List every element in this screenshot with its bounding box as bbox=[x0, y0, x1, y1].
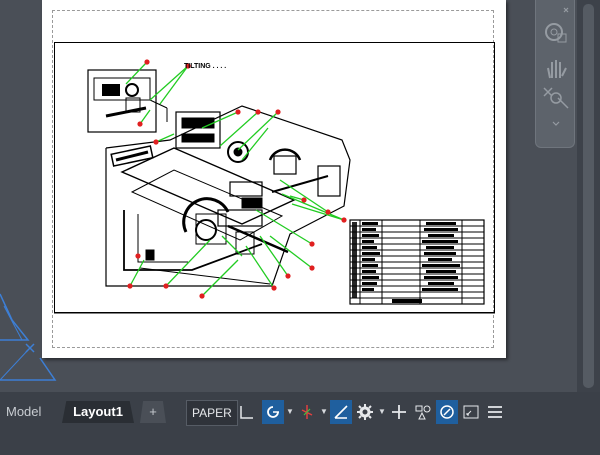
grid-icon[interactable] bbox=[236, 400, 258, 424]
fullscreen-icon[interactable] bbox=[460, 400, 482, 424]
tab-layout1[interactable]: Layout1 bbox=[62, 401, 134, 423]
snap-dropdown-arrow[interactable]: ▼ bbox=[285, 400, 295, 424]
assembly-drawing: TILTING . . . . bbox=[54, 59, 495, 314]
vertical-scrollbar[interactable] bbox=[577, 0, 600, 392]
add-icon[interactable] bbox=[388, 400, 410, 424]
chevron-down-icon[interactable] bbox=[540, 112, 572, 138]
steering-wheel-icon[interactable] bbox=[540, 20, 572, 46]
paper-space-toggle[interactable]: PAPER bbox=[186, 400, 238, 426]
polar-tracking-icon[interactable] bbox=[330, 400, 352, 424]
ortho-icon[interactable] bbox=[296, 400, 318, 424]
gear-dropdown-arrow[interactable]: ▼ bbox=[377, 400, 387, 424]
detail-view bbox=[87, 69, 168, 133]
leader-lines bbox=[125, 61, 345, 297]
units-icon[interactable] bbox=[412, 400, 434, 424]
balloon-markers bbox=[127, 59, 347, 299]
tab-model[interactable]: Model bbox=[6, 401, 41, 423]
pan-hand-icon[interactable] bbox=[540, 56, 572, 82]
navigation-bar bbox=[535, 0, 575, 148]
isolate-objects-icon[interactable] bbox=[436, 400, 458, 424]
main-assembly bbox=[105, 105, 351, 287]
scrollbar-thumb[interactable] bbox=[583, 4, 594, 388]
zoom-extents-icon[interactable] bbox=[540, 84, 572, 110]
customize-menu-icon[interactable] bbox=[484, 400, 506, 424]
workspace-gear-icon[interactable] bbox=[354, 400, 376, 424]
layout-paper-sheet: TILTING . . . . bbox=[42, 0, 506, 358]
drawing-area[interactable]: TILTING . . . . bbox=[0, 0, 600, 392]
add-layout-button[interactable]: + bbox=[140, 401, 166, 423]
drawing-title: TILTING . . . . bbox=[184, 63, 226, 70]
ortho-dropdown-arrow[interactable]: ▼ bbox=[319, 400, 329, 424]
snap-mode-icon[interactable] bbox=[262, 400, 284, 424]
parts-list-table bbox=[349, 219, 485, 305]
